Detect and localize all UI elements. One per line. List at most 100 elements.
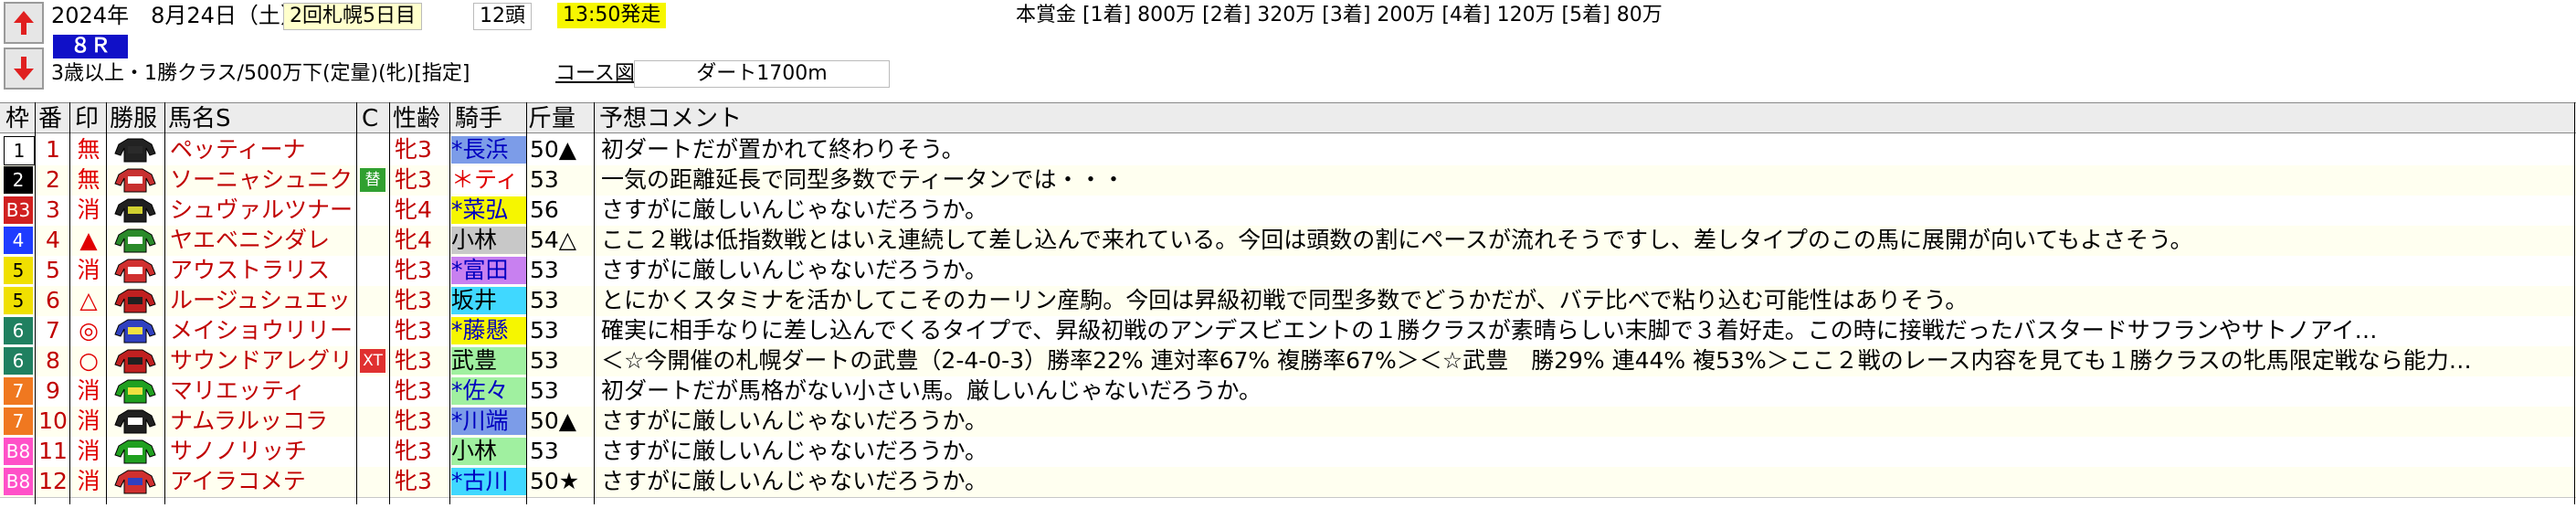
jockey-name[interactable]: *菜弘 [451, 196, 526, 224]
next-race-button[interactable] [4, 48, 44, 90]
prediction-comment: さすがに厳しいんじゃないだろうか。 [601, 196, 988, 223]
prediction-mark[interactable]: 無 [73, 135, 104, 164]
table-header [0, 102, 2576, 133]
table-row[interactable]: B8 11 消 サノノリッチ 牝3 小林 53 さすがに厳しいんじゃないだろうか。 [0, 437, 2576, 468]
waku-badge: B8 [4, 468, 33, 495]
horse-name[interactable]: アイラコメテ [170, 467, 353, 496]
table-row[interactable]: B3 3消 シュヴァルツナーガ 牝4 *菜弘56 さすがに厳しいんじゃないだろうか。 [0, 196, 2576, 227]
prediction-comment: 初ダートだが馬格がない小さい馬。厳しいんじゃないだろうか。 [601, 377, 1262, 404]
prediction-comment: さすがに厳しいんじゃないだろうか。 [601, 407, 988, 434]
horse-name[interactable]: サノノリッチ [170, 437, 353, 466]
prediction-comment: ＜☆今開催の札幌ダートの武豊（2-4-0-3）勝率22% 連対率67% 複勝率6… [601, 347, 2472, 374]
prediction-comment: ここ２戦は低指数戦とはいえ連続して差し込んで来れている。今回は頭数の割にペースが… [601, 227, 2193, 253]
jockey-name[interactable]: *藤懸 [451, 317, 526, 344]
table-row[interactable]: 56 △ ルージュシュエット 牝3 坂井53 とにかくスタミナを活かしてこそのカーリン産駒… [0, 286, 2576, 317]
waku-badge: 2 [4, 166, 33, 194]
horse-number: 6 [46, 287, 60, 313]
jockey-name[interactable]: *佐々 [451, 377, 526, 405]
sex-age: 牝3 [395, 317, 432, 344]
prediction-mark[interactable]: 消 [73, 376, 104, 406]
table-row[interactable]: 2 2 無ソーニャシュニク替牝3 ＊ティ 53 一気の距離延長で同型多数でティータンでは・… [0, 165, 2576, 196]
carried-weight: 50▲ [530, 407, 577, 434]
sex-age: 牝3 [395, 166, 432, 193]
col-number[interactable]: 番 [38, 104, 62, 133]
waku-badge: 7 [4, 377, 33, 405]
carried-weight: 53 [530, 257, 559, 283]
sex-age: 牝4 [395, 196, 432, 223]
col-weight[interactable]: 斤量 [528, 104, 575, 133]
prediction-mark[interactable]: 消 [73, 407, 104, 436]
waku-badge: 6 [4, 347, 33, 375]
jockey-name[interactable]: 小林 [451, 227, 526, 254]
carried-weight: 53 [530, 438, 559, 464]
prev-race-button[interactable] [4, 2, 44, 44]
table-row[interactable]: 7 9 消 マリエッティ 牝3 *佐々 53 初ダートだが馬格がない小さい馬。厳しいんじゃない… [0, 376, 2576, 407]
prediction-mark[interactable]: △ [73, 286, 104, 315]
table-row[interactable]: 1 1 無ペッティーナ 牝3 *長浜 50▲ 初ダートだが置かれて終わりそう。 [0, 135, 2576, 166]
horse-name[interactable]: ペッティーナ [170, 135, 353, 164]
race-date: 2024年 8月24日（土） [51, 3, 302, 28]
prediction-comment: 初ダートだが置かれて終わりそう。 [601, 136, 965, 163]
prediction-mark[interactable]: 消 [73, 437, 104, 466]
prediction-mark[interactable]: 消 [73, 256, 104, 285]
jockey-name[interactable]: 坂井 [451, 287, 526, 314]
waku-badge: 5 [4, 287, 33, 314]
up-arrow-icon [14, 11, 34, 35]
prediction-comment: 確実に相手なりに差し込んでくるタイプで、昇級初戦のアンデスビエントの１勝クラスが… [601, 317, 2378, 344]
horse-number: 3 [46, 196, 60, 223]
table-row[interactable]: 6 7 ◎ メイショウリリー 牝3 *藤懸 53 確実に相手なりに差し込んでくるタイプで、昇級… [0, 316, 2576, 347]
jockey-name[interactable]: *長浜 [451, 136, 526, 164]
col-waku[interactable]: 枠 [5, 104, 29, 133]
jockey-silks-icon [114, 289, 156, 313]
horse-name[interactable]: ソーニャシュニク [170, 165, 353, 195]
course-map-link[interactable]: コース図 [555, 60, 635, 88]
field-size: 12頭 [473, 3, 532, 30]
sex-age: 牝3 [395, 407, 432, 434]
table-row[interactable]: B8 12 消 アイラコメテ 牝3 *古川 50★ さすがに厳しいんじゃないだろうか。 [0, 467, 2576, 498]
col-c[interactable]: C [362, 104, 378, 133]
col-comment[interactable]: 予想コメント [599, 104, 742, 133]
jockey-name[interactable]: ＊ティ [451, 166, 526, 194]
table-row[interactable]: 4 4 ▲ ヤエベニシダレ 牝4 小林 54△ ここ２戦は低指数戦とはいえ連続して差し込んで来… [0, 226, 2576, 257]
waku-badge: 1 [4, 136, 35, 165]
waku-badge: 5 [4, 257, 33, 284]
meeting-label: 2回札幌5日目 [283, 3, 422, 30]
carried-weight: 53 [530, 287, 559, 313]
horse-number: 11 [38, 438, 68, 464]
jockey-name[interactable]: *川端 [451, 407, 526, 435]
horse-name[interactable]: ナムラルッコラ [170, 407, 353, 436]
horse-name[interactable]: マリエッティ [170, 376, 353, 406]
col-mark[interactable]: 印 [75, 104, 99, 133]
prize-money: 本賞金 [1着] 800万 [2着] 320万 [3着] 200万 [4着] 1… [1016, 4, 1663, 26]
jockey-name[interactable]: 小林 [451, 438, 526, 465]
waku-badge: 7 [4, 407, 33, 435]
horse-name[interactable]: ルージュシュエット [170, 286, 353, 315]
jockey-name[interactable]: *富田 [451, 257, 526, 284]
prediction-mark[interactable]: ○ [73, 346, 104, 376]
carried-weight: 50★ [530, 468, 580, 494]
horse-number: 1 [46, 136, 60, 163]
col-sex-age[interactable]: 性齢 [393, 104, 440, 133]
table-row[interactable]: 5 5 消アウストラリス 牝3 *富田 53 さすがに厳しいんじゃないだろうか。 [0, 256, 2576, 287]
horse-name[interactable]: ヤエベニシダレ [170, 226, 353, 255]
prediction-mark[interactable]: 無 [73, 165, 104, 195]
prediction-mark[interactable]: ▲ [73, 226, 104, 255]
prediction-mark[interactable]: ◎ [73, 316, 104, 345]
blinker-tag: XT [360, 349, 385, 373]
prediction-mark[interactable]: 消 [73, 467, 104, 496]
horse-name[interactable]: アウストラリス [170, 256, 353, 285]
jockey-name[interactable]: *古川 [451, 468, 526, 495]
col-jockey[interactable]: 騎手 [455, 104, 502, 133]
horse-name[interactable]: メイショウリリー [170, 316, 353, 345]
table-row[interactable]: 68 ○ サウンドアレグリア XT 牝3 武豊53 ＜☆今開催の札幌ダートの武豊（2-4-0… [0, 346, 2576, 377]
horse-name[interactable]: サウンドアレグリア [170, 346, 353, 376]
horse-number: 4 [46, 227, 60, 253]
carried-weight: 50▲ [530, 136, 577, 163]
col-horse-name[interactable]: 馬名S [168, 104, 231, 133]
col-silks[interactable]: 勝服 [110, 104, 157, 133]
jockey-name[interactable]: 武豊 [451, 347, 526, 375]
sex-age: 牝3 [395, 257, 432, 283]
table-row[interactable]: 7 10 消 ナムラルッコラ 牝3 *川端 50▲ さすがに厳しいんじゃないだろうか。 [0, 407, 2576, 438]
prediction-mark[interactable]: 消 [73, 196, 104, 225]
horse-name[interactable]: シュヴァルツナーガ [170, 196, 353, 225]
